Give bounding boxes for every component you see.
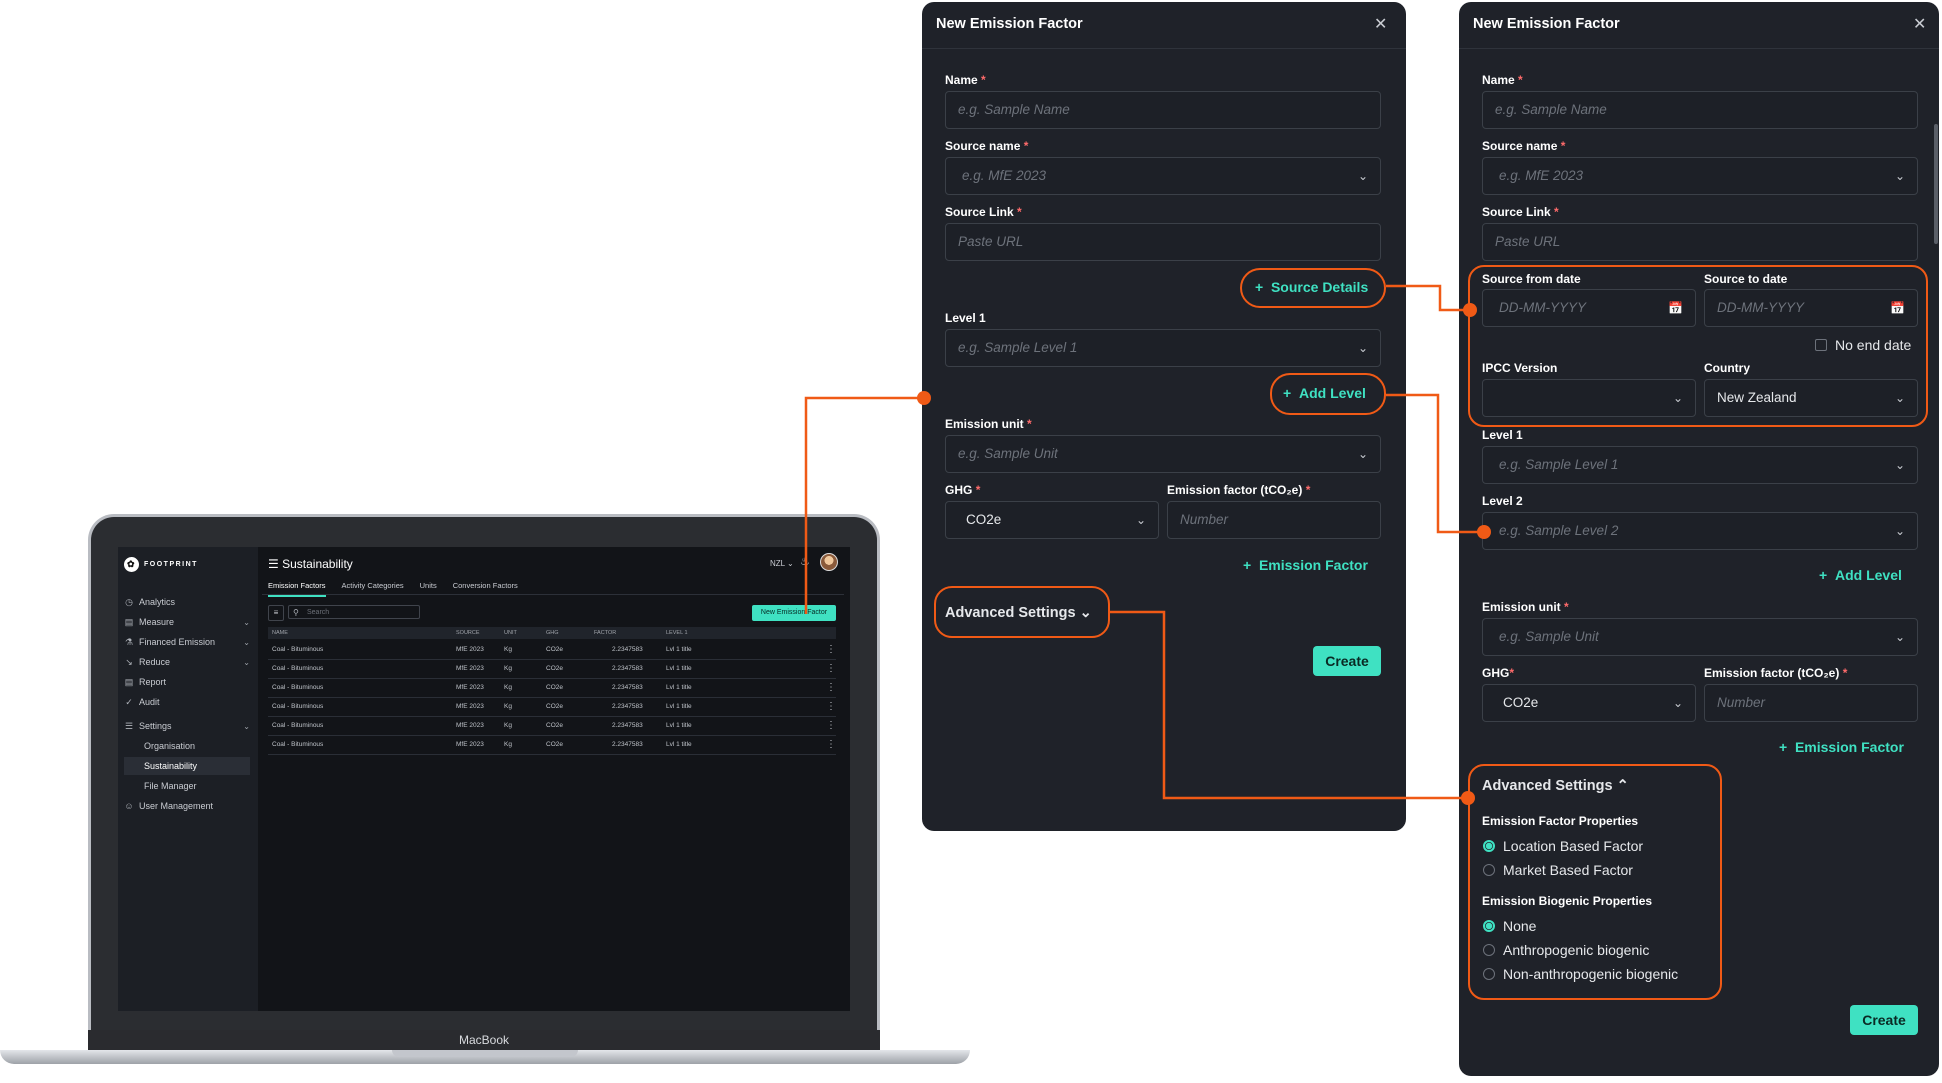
callout-dot	[1477, 525, 1491, 539]
highlight-source-dates	[1468, 265, 1928, 427]
highlight-advanced-settings	[934, 586, 1110, 638]
connector-source-details	[1386, 284, 1470, 312]
highlight-add-level	[1270, 373, 1386, 415]
callout-dot	[1463, 303, 1477, 317]
callout-dot	[1461, 791, 1475, 805]
callout-dot	[917, 391, 931, 405]
highlight-advanced-expanded	[1468, 764, 1722, 1000]
connector-advanced	[1110, 610, 1468, 800]
connector-new-factor	[804, 396, 924, 614]
highlight-source-details	[1240, 268, 1386, 308]
